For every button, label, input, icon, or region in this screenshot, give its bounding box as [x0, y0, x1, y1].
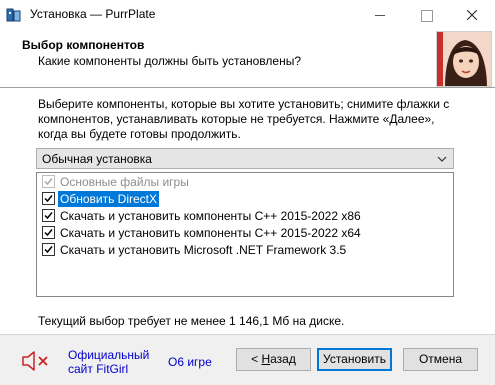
component-row-dotnet[interactable]: Скачать и установить Microsoft .NET Fram…	[38, 242, 452, 258]
mute-sound-icon[interactable]	[20, 349, 50, 373]
back-button-prefix: <	[251, 352, 262, 366]
maximize-button[interactable]	[403, 0, 449, 30]
component-label: Скачать и установить компоненты C++ 2015…	[60, 226, 361, 240]
wizard-footer: Официальный сайт FitGirl О6 игре < Назад…	[0, 334, 495, 385]
close-button[interactable]	[449, 0, 495, 30]
about-game-link[interactable]: О6 игре	[168, 355, 212, 369]
site-link-line2: сайт FitGirl	[68, 362, 129, 376]
component-checkbox[interactable]	[42, 226, 55, 239]
cancel-button[interactable]: Отмена	[403, 348, 478, 371]
disk-space-requirement: Текущий выбор требует не менее 1 146,1 М…	[38, 314, 345, 328]
main-panel: Выберите компоненты, которые вы хотите у…	[0, 89, 495, 334]
checkmark-icon	[44, 178, 53, 186]
install-button[interactable]: Установить	[317, 348, 392, 371]
component-checkbox[interactable]	[42, 175, 55, 188]
wizard-header: Выбор компонентов Какие компоненты должн…	[0, 30, 495, 88]
installer-app-icon	[6, 8, 21, 22]
component-label: Скачать и установить Microsoft .NET Fram…	[60, 243, 347, 257]
title-bar[interactable]: Установка — PurrPlate	[0, 0, 495, 30]
component-label: Основные файлы игры	[60, 175, 189, 189]
components-list[interactable]: Основные файлы игры Обновить DirectX Ска…	[36, 172, 454, 297]
component-label: Обновить DirectX	[58, 191, 160, 207]
site-link-line1: Официальный	[68, 348, 150, 362]
close-icon	[467, 10, 477, 20]
checkmark-icon	[44, 229, 53, 237]
back-button-accel: Н	[261, 352, 271, 366]
component-label: Скачать и установить компоненты C++ 2015…	[60, 209, 361, 223]
component-checkbox[interactable]	[42, 209, 55, 222]
checkmark-icon	[44, 212, 53, 220]
back-button-rest: азад	[270, 352, 296, 366]
install-type-value: Обычная установка	[42, 152, 152, 166]
instructions-text: Выберите компоненты, которые вы хотите у…	[38, 97, 450, 141]
page-subtitle: Какие компоненты должны быть установлены…	[38, 54, 301, 68]
checkmark-icon	[44, 195, 53, 203]
component-row-cpp-x86[interactable]: Скачать и установить компоненты C++ 2015…	[38, 208, 452, 224]
component-row-cpp-x64[interactable]: Скачать и установить компоненты C++ 2015…	[38, 225, 452, 241]
wizard-header-image	[436, 31, 492, 87]
component-row-core-files[interactable]: Основные файлы игры	[38, 174, 452, 190]
checkmark-icon	[44, 246, 53, 254]
component-checkbox[interactable]	[42, 243, 55, 256]
page-title: Выбор компонентов	[22, 38, 145, 52]
minimize-button[interactable]	[357, 0, 403, 30]
component-row-directx[interactable]: Обновить DirectX	[38, 191, 452, 207]
chevron-down-icon	[437, 156, 447, 162]
component-checkbox[interactable]	[42, 192, 55, 205]
back-button[interactable]: < Назад	[236, 348, 311, 371]
fitgirl-site-link[interactable]: Официальный сайт FitGirl	[68, 348, 158, 376]
install-type-dropdown[interactable]: Обычная установка	[36, 148, 454, 169]
window-title: Установка — PurrPlate	[30, 7, 156, 21]
